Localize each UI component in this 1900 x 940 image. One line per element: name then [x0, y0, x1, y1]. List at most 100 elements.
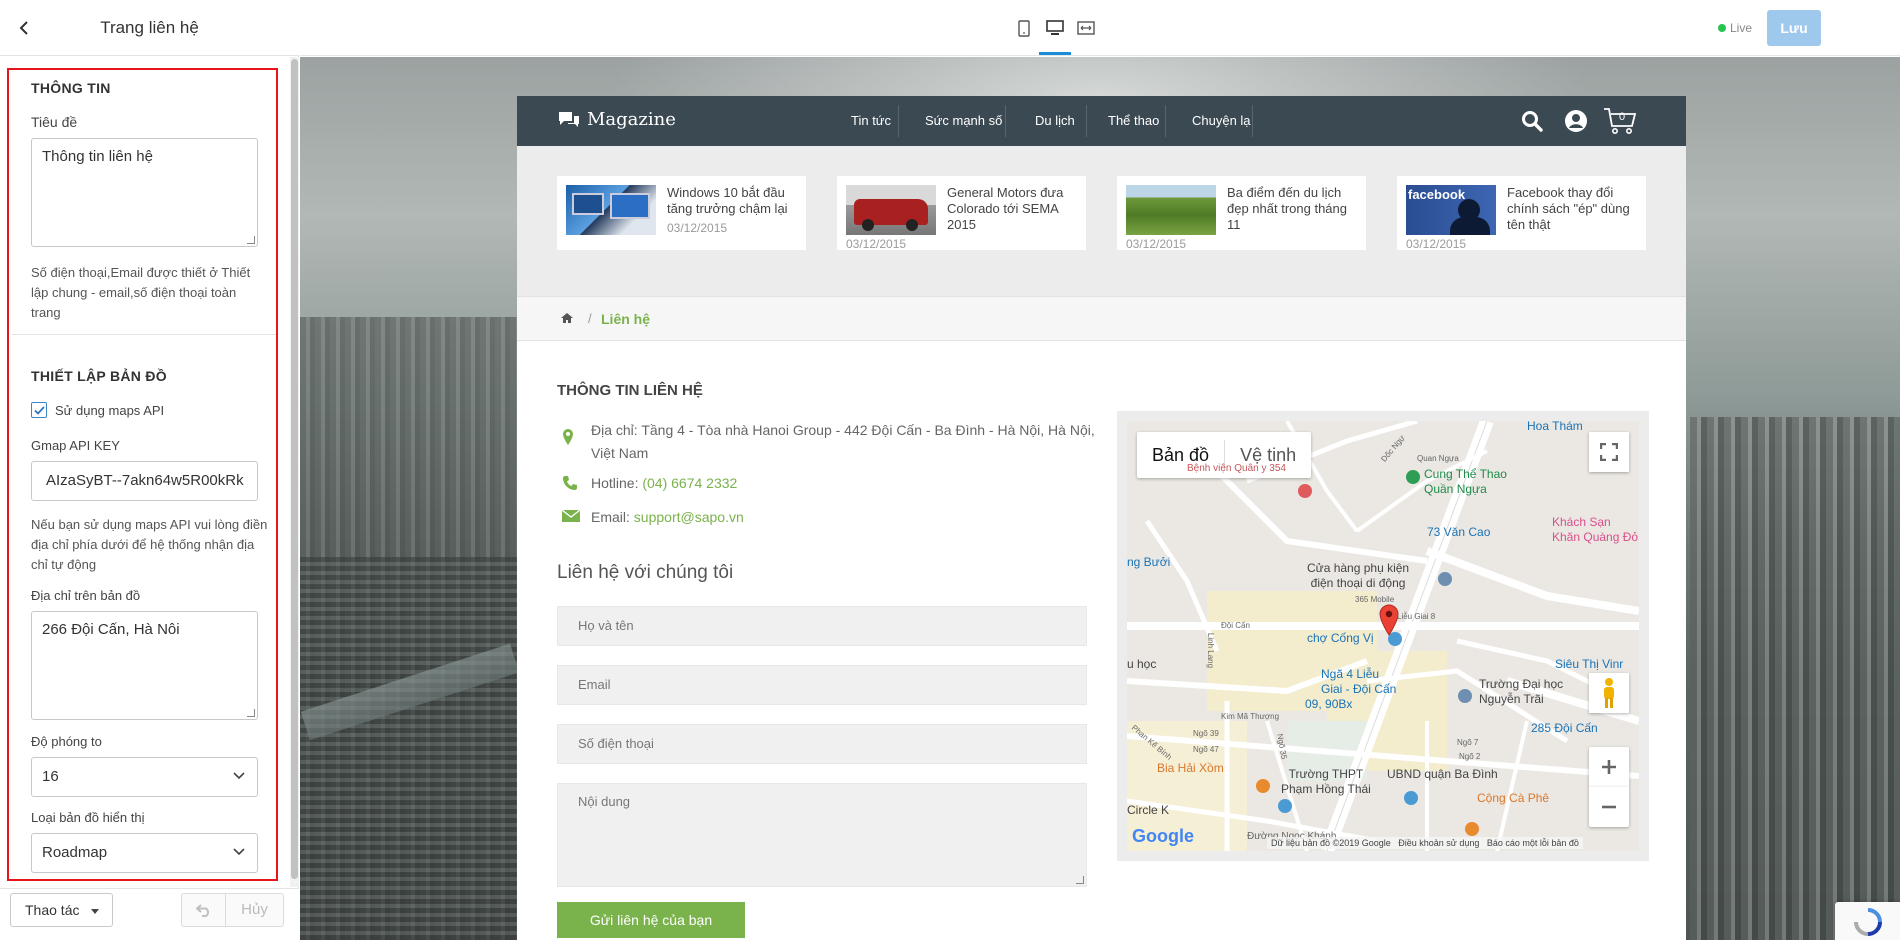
resize-grip[interactable]: [247, 236, 255, 244]
device-desktop-button[interactable]: [1043, 16, 1067, 40]
user-account-icon[interactable]: [1564, 109, 1588, 133]
map-label: Kim Mã Thượng: [1221, 712, 1280, 721]
thumbnail-logo-text: facebook: [1408, 187, 1466, 202]
map-label: Bệnh viện Quân y 354: [1187, 463, 1286, 474]
map-marker-icon: [563, 429, 573, 445]
article-card[interactable]: Ba điểm đến du lịch đẹp nhất trong tháng…: [1117, 176, 1366, 251]
map-label: Cửa hàng phụ kiện điện thoại di động: [1307, 561, 1410, 590]
breadcrumb-current[interactable]: Liên hệ: [601, 311, 650, 327]
article-title: Facebook thay đổi chính sách "ép" dùng t…: [1507, 185, 1630, 232]
recaptcha-badge[interactable]: [1835, 902, 1900, 940]
google-map[interactable]: Bản đồ Vệ tinh Hoa Thám Dốc Ngự Quan Ngự…: [1127, 421, 1639, 851]
expand-width-icon: [1077, 21, 1095, 35]
search-icon[interactable]: [1521, 110, 1543, 132]
article-thumbnail: facebook: [1406, 185, 1496, 235]
map-type-label: Loại bản đồ hiển thị: [31, 810, 145, 825]
email-link[interactable]: support@sapo.vn: [634, 509, 744, 525]
scrollbar-thumb[interactable]: [291, 59, 298, 879]
api-key-input[interactable]: AIzaSyBT--7akn64w5R00kRk: [31, 461, 258, 501]
nav-divider: [1086, 105, 1087, 137]
map-label: 73 Văn Cao: [1427, 525, 1491, 539]
address-textarea-value: 266 Đội Cấn, Hà Nôi: [42, 621, 180, 638]
contact-form-title: Liên hệ với chúng tôi: [557, 562, 734, 583]
map-pin-icon[interactable]: [1379, 604, 1399, 636]
actions-dropdown-button[interactable]: Thao tác: [10, 893, 113, 927]
nav-item-sports[interactable]: Thể thao: [1108, 113, 1159, 128]
map-label: Siêu Thị Vinr: [1555, 657, 1624, 671]
email-label: Email:: [591, 509, 630, 525]
map-data-credit: Dữ liệu bản đồ ©2019 Google: [1271, 838, 1391, 848]
device-fullwidth-button[interactable]: [1074, 16, 1098, 40]
minus-icon: [1602, 805, 1616, 809]
map-label: chợ Cống Vị: [1307, 631, 1374, 645]
article-date: 03/12/2015: [846, 237, 907, 251]
street-view-pegman[interactable]: [1589, 673, 1629, 713]
home-icon[interactable]: [560, 312, 574, 324]
device-mobile-button[interactable]: [1012, 16, 1036, 40]
map-label: Trường Đại học Nguyễn Trãi: [1479, 677, 1564, 706]
zoom-select[interactable]: 16: [31, 757, 258, 797]
save-button[interactable]: Lưu: [1767, 10, 1821, 46]
email-row: Email: support@sapo.vn: [562, 506, 962, 529]
resize-grip[interactable]: [247, 709, 255, 717]
map-label: Cung Thể Thao Quần Ngựa: [1424, 467, 1507, 496]
phone-field[interactable]: Số điện thoại: [557, 724, 1087, 764]
cancel-button[interactable]: Hủy: [226, 893, 284, 927]
cart-button[interactable]: 0: [1603, 106, 1637, 136]
mobile-icon: [1018, 19, 1030, 37]
article-thumbnail: [566, 185, 656, 235]
send-contact-button[interactable]: Gửi liên hệ của bạn: [557, 902, 745, 938]
sidebar-scrollbar[interactable]: [290, 57, 299, 887]
article-card[interactable]: General Motors đưa Colorado tới SEMA 201…: [837, 176, 1086, 251]
nav-divider: [898, 105, 899, 137]
map-label: 365 Mobile: [1355, 595, 1395, 604]
zoom-label: Độ phóng to: [31, 734, 102, 749]
fullscreen-icon: [1600, 443, 1618, 461]
chat-bubbles-icon: [559, 111, 579, 127]
info-section-heading: THÔNG TIN: [31, 80, 111, 96]
breadcrumb-separator: /: [588, 311, 592, 326]
article-card[interactable]: facebook Facebook thay đổi chính sách "é…: [1397, 176, 1646, 251]
fullscreen-button[interactable]: [1589, 432, 1629, 472]
resize-grip[interactable]: [1076, 876, 1084, 884]
address-text: Địa chỉ: Tầng 4 - Tòa nhà Hanoi Group - …: [591, 422, 1095, 461]
email-field[interactable]: Email: [557, 665, 1087, 705]
hotline-row: Hotline: (04) 6674 2332: [562, 472, 962, 495]
api-key-label: Gmap API KEY: [31, 438, 120, 453]
preview-toolbar: Live Lưu: [300, 0, 1900, 56]
map-label: 09, 90Bx: [1305, 697, 1353, 711]
zoom-in-button[interactable]: [1589, 747, 1629, 787]
name-field[interactable]: Họ và tên: [557, 606, 1087, 646]
article-date: 03/12/2015: [667, 221, 728, 235]
address-textarea[interactable]: 266 Đội Cấn, Hà Nôi: [31, 611, 258, 720]
site-logo[interactable]: Magazine: [557, 109, 676, 130]
zoom-out-button[interactable]: [1589, 787, 1629, 827]
background-image: [1690, 417, 1900, 940]
caret-down-icon: [91, 908, 100, 914]
featured-articles-strip: Windows 10 bắt đầu tăng trưởng chậm lại …: [517, 146, 1686, 296]
message-field[interactable]: Nội dung: [557, 783, 1087, 887]
nav-item-digital[interactable]: Sức mạnh số: [925, 113, 1002, 128]
google-logo: Google: [1132, 826, 1194, 846]
cart-count: 0: [1619, 111, 1626, 123]
article-card[interactable]: Windows 10 bắt đầu tăng trưởng chậm lại …: [557, 176, 806, 250]
map-terms-link[interactable]: Điều khoản sử dụng: [1398, 838, 1479, 848]
map-type-select[interactable]: Roadmap: [31, 833, 258, 873]
nav-item-news[interactable]: Tin tức: [851, 113, 891, 128]
title-textarea[interactable]: Thông tin liên hệ: [31, 138, 258, 247]
article-date: 03/12/2015: [1126, 237, 1187, 251]
map-label: Quan Ngựa: [1417, 454, 1459, 463]
undo-button[interactable]: [181, 893, 226, 927]
use-maps-api-checkbox[interactable]: [31, 402, 47, 418]
map-label: Liễu Giai 8: [1397, 612, 1436, 621]
map-label: UBND quận Ba Đình: [1387, 767, 1498, 781]
sidebar-header: Trang liên hệ: [0, 0, 299, 56]
hotline-number[interactable]: (04) 6674 2332: [642, 475, 737, 491]
phone-icon: [563, 476, 577, 490]
map-label: Đội Cấn: [1221, 621, 1250, 630]
brand-name: Magazine: [587, 109, 676, 130]
nav-item-oddities[interactable]: Chuyện lạ: [1192, 113, 1251, 128]
map-report-link[interactable]: Báo cáo một lỗi bản đồ: [1487, 838, 1579, 848]
nav-item-travel[interactable]: Du lịch: [1035, 113, 1075, 128]
recaptcha-icon: [1854, 908, 1882, 936]
